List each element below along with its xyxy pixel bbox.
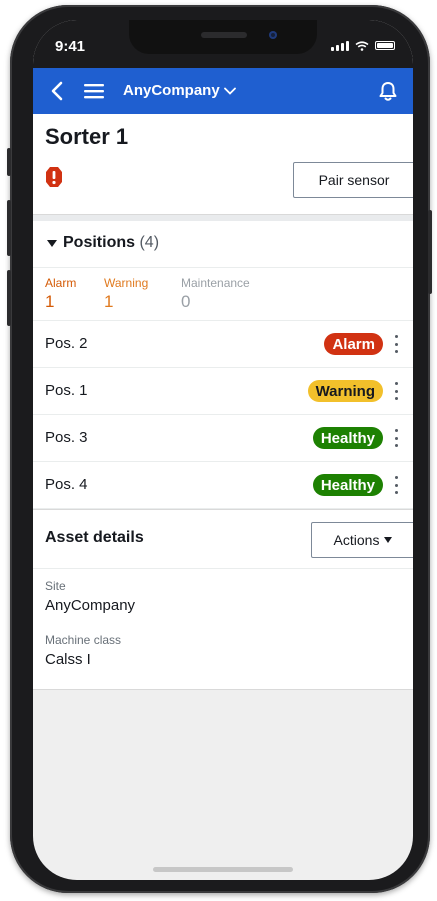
position-row[interactable]: Pos. 4 Healthy	[33, 462, 413, 509]
field-value: AnyCompany	[45, 597, 136, 614]
counter-value: 1	[45, 292, 55, 311]
status-time: 9:41	[55, 38, 86, 55]
position-row[interactable]: Pos. 3 Healthy	[33, 415, 413, 462]
actions-dropdown-button[interactable]: Actions	[311, 522, 413, 558]
top-nav-bar: AnyCompany	[33, 68, 413, 114]
hamburger-menu-icon[interactable]	[83, 80, 105, 102]
field-label: Site	[45, 579, 66, 593]
field-label: Machine class	[45, 633, 122, 647]
status-icons	[331, 40, 395, 51]
caret-down-icon	[47, 240, 57, 247]
main-content: Sorter 1 Pair sensor Positions (4) Alarm…	[33, 114, 413, 690]
machine-class-field: Machine class Calss I	[45, 633, 121, 668]
speaker-grille	[201, 32, 247, 38]
signal-icon	[331, 40, 349, 51]
kebab-menu-icon[interactable]	[393, 382, 399, 400]
kebab-menu-icon[interactable]	[393, 335, 399, 353]
counter-alarm: Alarm 1	[45, 276, 76, 312]
company-name: AnyCompany	[123, 82, 220, 99]
counter-label: Warning	[104, 276, 149, 290]
battery-icon	[375, 41, 395, 50]
counter-value: 0	[181, 292, 191, 311]
position-name: Pos. 3	[45, 429, 88, 446]
volume-up-button	[7, 200, 11, 256]
asset-details-title: Asset details	[45, 529, 144, 546]
caret-down-icon	[384, 537, 393, 543]
positions-header[interactable]: Positions (4)	[33, 221, 413, 268]
position-name: Pos. 4	[45, 476, 88, 493]
notification-bell-icon[interactable]	[377, 80, 399, 102]
counter-maintenance: Maintenance 0	[181, 276, 250, 312]
status-badge: Alarm	[324, 333, 383, 355]
positions-section: Positions (4) Alarm 1 Warning 1 Maintena…	[33, 221, 413, 509]
mute-switch	[7, 148, 11, 176]
alarm-octagon-icon	[46, 167, 62, 187]
counter-label: Maintenance	[181, 276, 250, 290]
counter-warning: Warning 1	[104, 276, 148, 312]
position-row[interactable]: Pos. 1 Warning	[33, 368, 413, 415]
power-button	[428, 210, 432, 294]
chevron-down-icon	[223, 87, 236, 95]
kebab-menu-icon[interactable]	[393, 429, 399, 447]
volume-down-button	[7, 270, 11, 326]
positions-title: Positions (4)	[63, 234, 160, 251]
positions-count: (4)	[139, 234, 160, 251]
counter-value: 1	[104, 292, 114, 311]
notch	[129, 20, 317, 54]
home-indicator[interactable]	[153, 867, 293, 872]
status-badge: Healthy	[312, 474, 383, 496]
back-arrow-icon[interactable]	[47, 80, 69, 102]
pair-sensor-button[interactable]: Pair sensor	[293, 162, 413, 198]
counter-label: Alarm	[45, 276, 77, 290]
company-selector[interactable]: AnyCompany	[123, 82, 236, 99]
status-counters: Alarm 1 Warning 1 Maintenance 0	[33, 268, 413, 321]
screen: 9:41 AnyCompany Sorter 1 Pair sensor Pos…	[33, 20, 413, 880]
asset-details-header: Asset details Actions	[33, 509, 413, 569]
status-badge: Warning	[307, 380, 383, 402]
asset-header: Sorter 1 Pair sensor	[33, 114, 413, 215]
status-badge: Healthy	[312, 427, 383, 449]
asset-details-body: Site AnyCompany Machine class Calss I	[33, 569, 413, 690]
page-title: Sorter 1	[45, 124, 129, 149]
site-field: Site AnyCompany	[45, 579, 135, 614]
field-value: Calss I	[45, 651, 91, 668]
position-name: Pos. 1	[45, 382, 88, 399]
kebab-menu-icon[interactable]	[393, 476, 399, 494]
position-row[interactable]: Pos. 2 Alarm	[33, 321, 413, 368]
actions-label: Actions	[333, 532, 380, 548]
front-camera	[269, 31, 277, 39]
wifi-icon	[355, 40, 369, 51]
position-name: Pos. 2	[45, 335, 88, 352]
